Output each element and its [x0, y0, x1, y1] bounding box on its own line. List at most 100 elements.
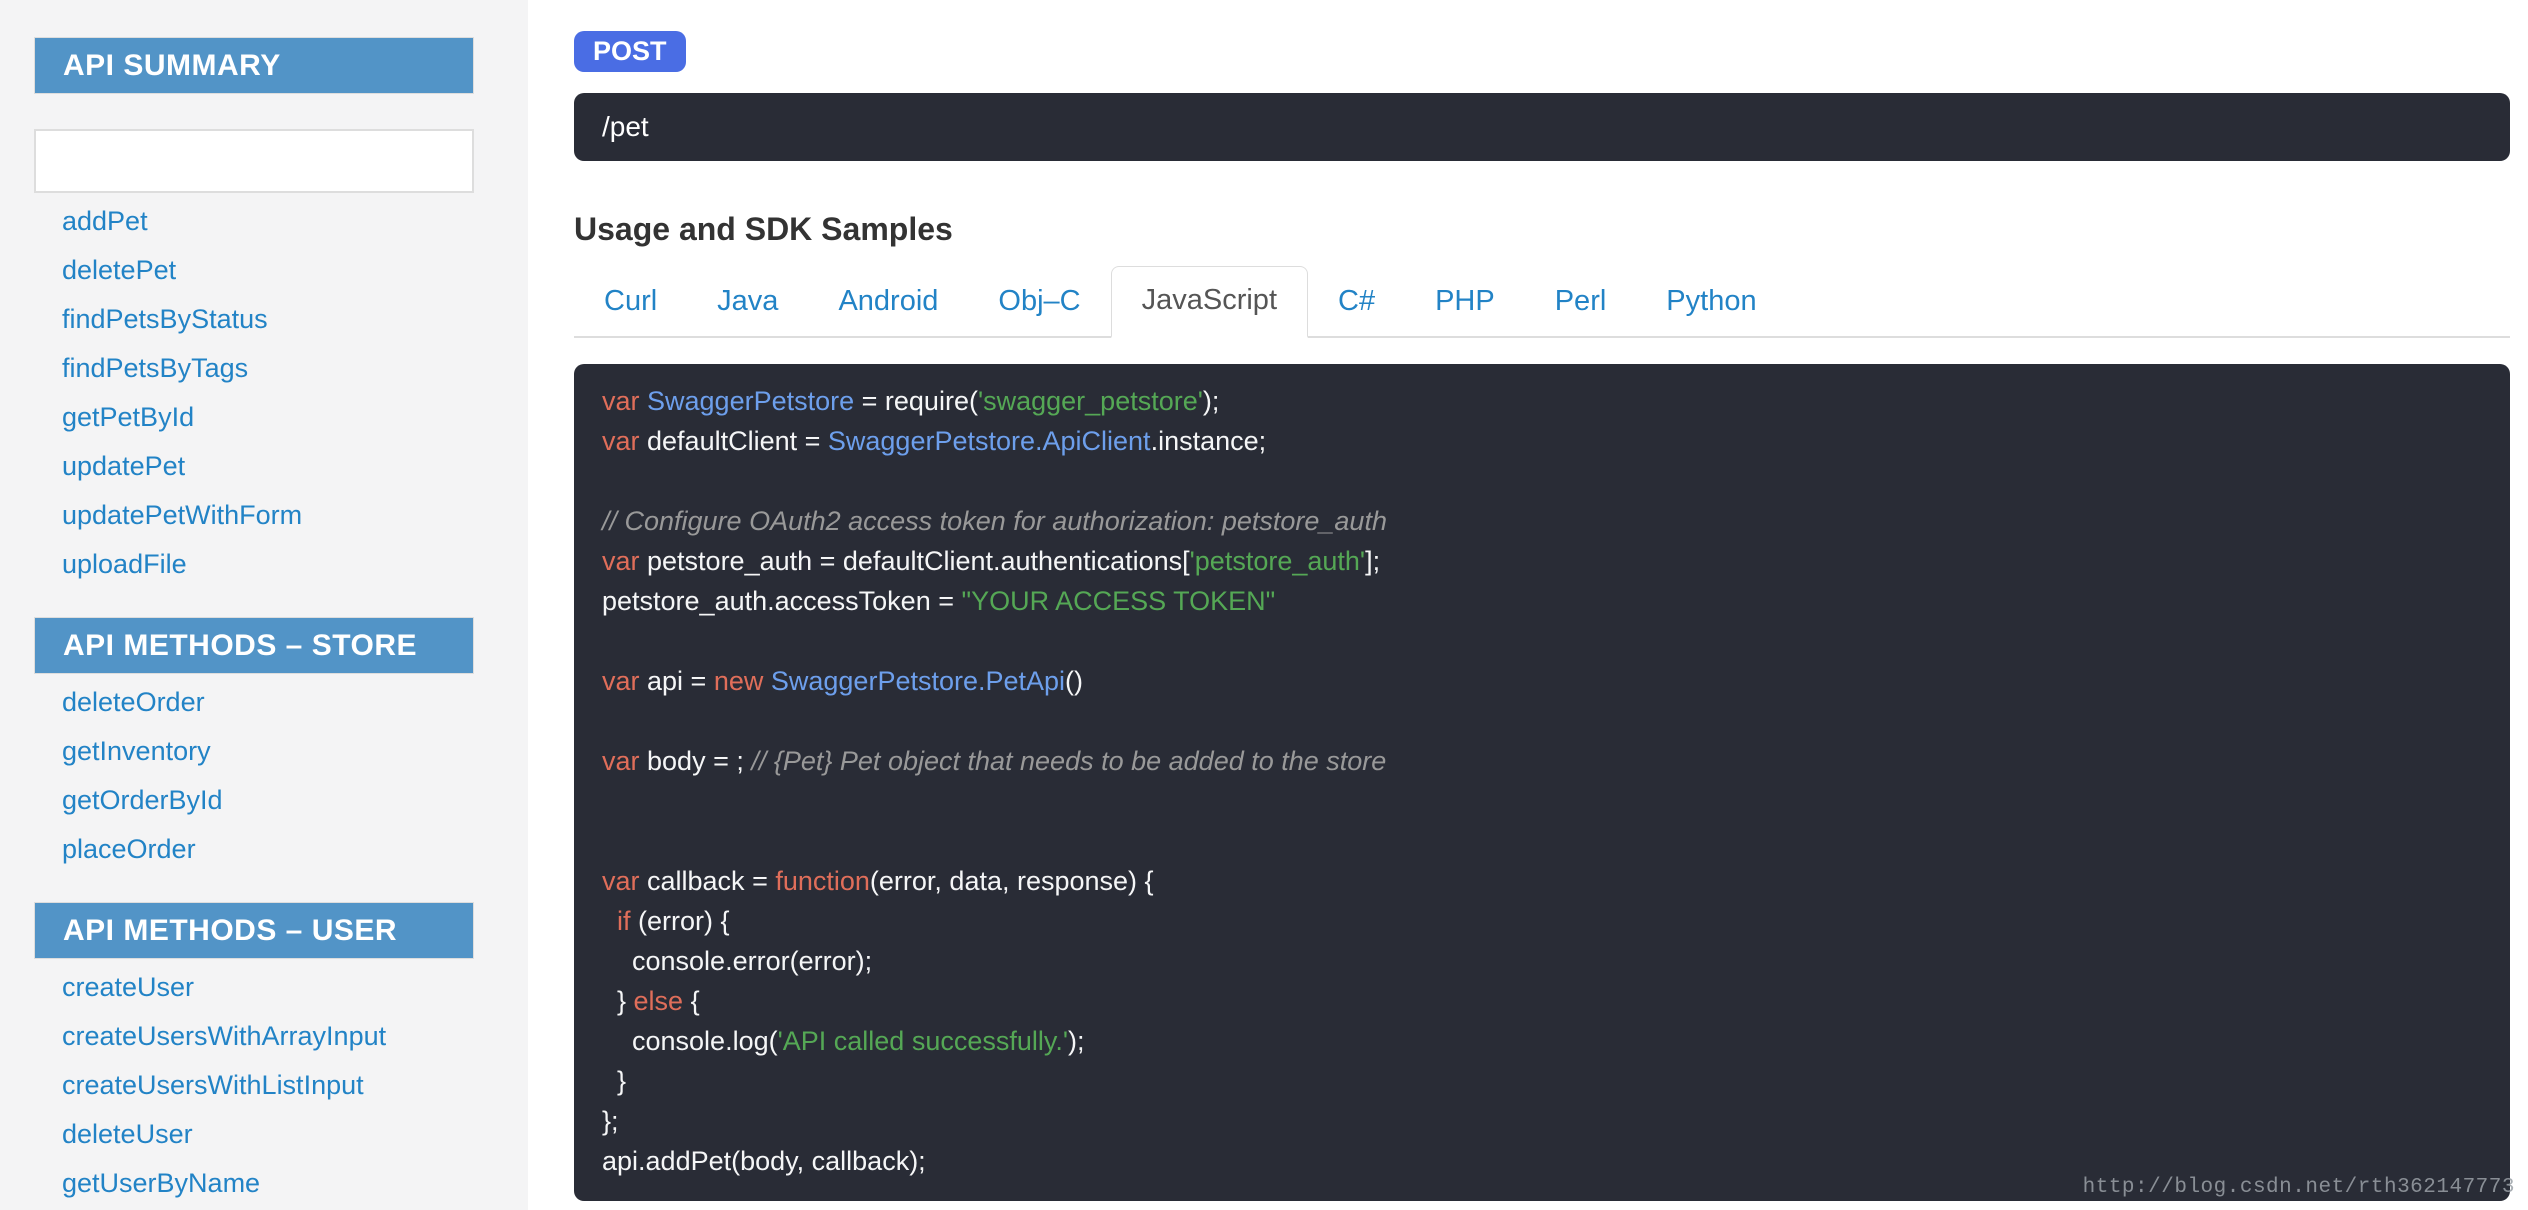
code-token: new	[713, 666, 771, 696]
list-item: createUser	[0, 963, 528, 1012]
code-line: var callback = function(error, data, res…	[602, 861, 2482, 901]
list-item: createUsersWithArrayInput	[0, 1012, 528, 1061]
list-item: getInventory	[0, 727, 528, 776]
tab-java[interactable]: Java	[687, 266, 808, 336]
code-line: var body = ; // {Pet} Pet object that ne…	[602, 741, 2482, 781]
sidebar-sections: API SUMMARY addPet deletePet findPetsByStat…	[0, 37, 528, 1208]
code-line: var api = new SwaggerPetstore.PetApi()	[602, 661, 2482, 701]
code-line: console.log('API called successfully.');	[602, 1021, 2482, 1061]
code-token: ()	[1065, 666, 1084, 696]
tab-perl[interactable]: Perl	[1525, 266, 1637, 336]
sidebar-item-createUsersWithListInput[interactable]: createUsersWithListInput	[62, 1070, 364, 1100]
code-token: var	[602, 746, 648, 776]
list-item: getPetById	[0, 393, 528, 442]
sidebar-section-title: API METHODS – STORE	[34, 617, 474, 674]
code-token: 'swagger_petstore'	[977, 386, 1203, 416]
code-token: }	[602, 986, 634, 1016]
code-token: );	[1202, 386, 1220, 416]
code-token: {	[683, 986, 700, 1016]
code-token: // {Pet} Pet object that needs to be add…	[751, 746, 1387, 776]
tab-php[interactable]: PHP	[1405, 266, 1525, 336]
list-item: deleteUser	[0, 1110, 528, 1159]
sidebar-section-title: API METHODS – USER	[34, 902, 474, 959]
list-item: findPetsByTags	[0, 344, 528, 393]
code-line: if (error) {	[602, 901, 2482, 941]
list-item: addPet	[0, 197, 528, 246]
sidebar-item-placeOrder[interactable]: placeOrder	[62, 834, 196, 864]
tab-android[interactable]: Android	[808, 266, 968, 336]
code-token: // Configure OAuth2 access token for aut…	[602, 506, 1387, 536]
code-token: callback =	[647, 866, 776, 896]
language-tabs: Curl Java Android Obj–C JavaScript C# PHP Perl P…	[574, 266, 2510, 338]
http-method-badge: POST	[574, 31, 686, 72]
sidebar-item-addPet[interactable]: addPet	[62, 206, 148, 236]
code-line: } else {	[602, 981, 2482, 1021]
tab-javascript[interactable]: JavaScript	[1110, 266, 1308, 338]
code-token: (error, data, response) {	[869, 866, 1154, 896]
code-token: api =	[647, 666, 714, 696]
code-token: var	[602, 866, 648, 896]
code-token: function	[775, 866, 870, 896]
code-token: api.addPet(body, callback);	[602, 1146, 926, 1176]
tab-obj-c[interactable]: Obj–C	[968, 266, 1110, 336]
sidebar-item-createUser[interactable]: createUser	[62, 972, 194, 1002]
sidebar-item-getOrderById[interactable]: getOrderById	[62, 785, 223, 815]
code-token: var	[602, 426, 648, 456]
list-item: deleteOrder	[0, 678, 528, 727]
code-line: api.addPet(body, callback);	[602, 1141, 2482, 1181]
code-token: SwaggerPetstore.PetApi	[770, 666, 1066, 696]
code-token: defaultClient =	[647, 426, 828, 456]
sidebar-item-getInventory[interactable]: getInventory	[62, 736, 211, 766]
code-token: console.log(	[602, 1026, 778, 1056]
code-token: var	[602, 546, 648, 576]
sidebar-item-deletePet[interactable]: deletePet	[62, 255, 176, 285]
sidebar: API SUMMARY addPet deletePet findPetsByStat…	[0, 0, 528, 1210]
list-item: getOrderById	[0, 776, 528, 825]
code-line: // Configure OAuth2 access token for aut…	[602, 501, 2482, 541]
code-line: var SwaggerPetstore = require('swagger_p…	[602, 381, 2482, 421]
list-item: updatePet	[0, 442, 528, 491]
section-heading: Usage and SDK Samples	[574, 211, 953, 247]
code-token: console.error(error);	[602, 946, 873, 976]
code-token: petstore_auth.accessToken =	[602, 586, 962, 616]
sidebar-item-getPetById[interactable]: getPetById	[62, 402, 194, 432]
code-token: SwaggerPetstore.ApiClient	[827, 426, 1151, 456]
tab-c#[interactable]: C#	[1308, 266, 1405, 336]
tab-curl[interactable]: Curl	[574, 266, 687, 336]
code-token: var	[602, 386, 648, 416]
sidebar-item-updatePet[interactable]: updatePet	[62, 451, 185, 481]
sidebar-item-updatePetWithForm[interactable]: updatePetWithForm	[62, 500, 302, 530]
code-line: var petstore_auth = defaultClient.authen…	[602, 541, 2482, 581]
code-token: var	[602, 666, 648, 696]
code-line: var defaultClient = SwaggerPetstore.ApiC…	[602, 421, 2482, 461]
code-token: 'API called successfully.'	[777, 1026, 1069, 1056]
sidebar-item-deleteUser[interactable]: deleteUser	[62, 1119, 193, 1149]
sidebar-section-list: createUser createUsersWithArrayInput creat…	[0, 963, 528, 1208]
code-token: }	[602, 1066, 627, 1096]
code-token: .instance;	[1150, 426, 1267, 456]
code-sample-block: var SwaggerPetstore = require('swagger_p…	[574, 364, 2510, 1201]
sidebar-item-deleteOrder[interactable]: deleteOrder	[62, 687, 205, 717]
sidebar-item-findPetsByTags[interactable]: findPetsByTags	[62, 353, 248, 383]
sidebar-item-findPetsByStatus[interactable]: findPetsByStatus	[62, 304, 268, 334]
code-token: SwaggerPetstore	[647, 386, 855, 416]
code-line: }	[602, 1061, 2482, 1101]
watermark: http://blog.csdn.net/rth362147773	[2082, 1176, 2515, 1199]
list-item: updatePetWithForm	[0, 491, 528, 540]
code-token: if	[617, 906, 631, 936]
sidebar-item-uploadFile[interactable]: uploadFile	[62, 549, 187, 579]
sidebar-item-getUserByName[interactable]: getUserByName	[62, 1168, 260, 1198]
list-item: placeOrder	[0, 825, 528, 874]
sidebar-section-list: deleteOrder getInventory getOrderById place…	[0, 678, 528, 874]
list-item: createUsersWithListInput	[0, 1061, 528, 1110]
sidebar-item-createUsersWithArrayInput[interactable]: createUsersWithArrayInput	[62, 1021, 386, 1051]
code-token: (error) {	[630, 906, 730, 936]
sidebar-search-input[interactable]	[34, 129, 474, 193]
tab-python[interactable]: Python	[1636, 266, 1786, 336]
